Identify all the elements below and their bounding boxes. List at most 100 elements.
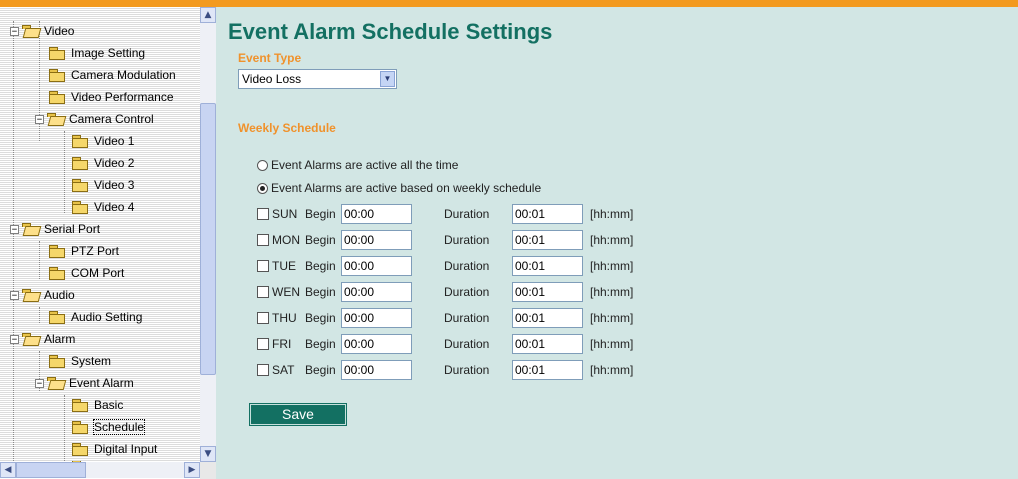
folder-icon (49, 47, 65, 60)
collapse-icon[interactable]: − (35, 114, 44, 124)
sat-begin-input[interactable]: 00:00 (341, 360, 412, 380)
tue-checkbox[interactable] (257, 260, 269, 272)
scroll-down-icon[interactable]: ▼ (200, 446, 216, 462)
tree-item-video-1[interactable]: Video 1 (72, 131, 134, 151)
tree-vertical-scrollbar[interactable]: ▲ ▼ (200, 7, 216, 462)
folder-open-icon (22, 25, 38, 37)
vertical-scroll-thumb[interactable] (200, 103, 216, 375)
tree-item-camera-modulation[interactable]: Camera Modulation (49, 65, 176, 85)
mon-duration-input[interactable]: 00:01 (512, 230, 583, 250)
duration-label: Duration (444, 311, 490, 325)
day-label: THU (272, 311, 297, 325)
radio-all-time[interactable] (257, 159, 268, 171)
collapse-icon[interactable]: − (10, 224, 19, 234)
tree-item-ptz-port[interactable]: PTZ Port (49, 241, 119, 261)
sat-checkbox[interactable] (257, 364, 269, 376)
sat-duration-input[interactable]: 00:01 (512, 360, 583, 380)
wen-duration-input[interactable]: 00:01 (512, 282, 583, 302)
duration-label: Duration (444, 337, 490, 351)
folder-icon (49, 267, 65, 280)
begin-label: Begin (305, 233, 336, 247)
duration-label: Duration (444, 363, 490, 377)
folder-icon (72, 421, 88, 434)
scroll-up-icon[interactable]: ▲ (200, 7, 216, 23)
begin-label: Begin (305, 259, 336, 273)
folder-open-icon (47, 377, 63, 389)
tree-item-audio[interactable]: − Audio (10, 285, 75, 305)
tree-item-image-setting[interactable]: Image Setting (49, 43, 145, 63)
duration-label: Duration (444, 285, 490, 299)
tree-line (13, 21, 14, 461)
tree-item-digital-input[interactable]: Digital Input (72, 439, 157, 459)
unit-label: [hh:mm] (590, 233, 634, 247)
mon-checkbox[interactable] (257, 234, 269, 246)
chevron-down-icon[interactable]: ▼ (380, 71, 395, 87)
tree-item-video-2[interactable]: Video 2 (72, 153, 134, 173)
begin-label: Begin (305, 337, 336, 351)
settings-panel: Event Alarm Schedule Settings Event Type… (216, 7, 1018, 479)
collapse-icon[interactable]: − (10, 334, 19, 344)
radio-option-all-time[interactable]: Event Alarms are active all the time (257, 158, 458, 172)
duration-label: Duration (444, 259, 490, 273)
tree-item-audio-setting[interactable]: Audio Setting (49, 307, 142, 327)
tree-item-serial-port[interactable]: − Serial Port (10, 219, 100, 239)
event-type-label: Event Type (238, 51, 302, 65)
tree-item-camera-control[interactable]: − Camera Control (35, 109, 154, 129)
mon-begin-input[interactable]: 00:00 (341, 230, 412, 250)
thu-duration-input[interactable]: 00:01 (512, 308, 583, 328)
day-label: FRI (272, 337, 292, 351)
scroll-left-icon[interactable]: ◀ (0, 462, 16, 478)
folder-icon (72, 135, 88, 148)
fri-checkbox[interactable] (257, 338, 269, 350)
sun-duration-input[interactable]: 00:01 (512, 204, 583, 224)
scroll-right-icon[interactable]: ▶ (184, 462, 200, 478)
collapse-icon[interactable]: − (35, 378, 44, 388)
collapse-icon[interactable]: − (10, 26, 19, 36)
tree-item-event-alarm[interactable]: − Event Alarm (35, 373, 134, 393)
tree-item-video[interactable]: − Video (10, 21, 74, 41)
collapse-icon[interactable]: − (10, 290, 19, 300)
tree-line (64, 131, 65, 213)
tree-horizontal-scrollbar[interactable]: ◀ ▶ (0, 462, 200, 478)
radio-all-time-label: Event Alarms are active all the time (271, 158, 459, 172)
event-type-value: Video Loss (242, 72, 302, 86)
folder-icon (72, 179, 88, 192)
duration-label: Duration (444, 233, 490, 247)
horizontal-scroll-thumb[interactable] (16, 462, 86, 478)
sun-checkbox[interactable] (257, 208, 269, 220)
tue-begin-input[interactable]: 00:00 (341, 256, 412, 276)
tue-duration-input[interactable]: 00:01 (512, 256, 583, 276)
event-type-select[interactable]: Video Loss ▼ (238, 69, 397, 89)
folder-icon (72, 201, 88, 214)
wen-begin-input[interactable]: 00:00 (341, 282, 412, 302)
folder-open-icon (22, 223, 38, 235)
thu-checkbox[interactable] (257, 312, 269, 324)
tree-item-video-performance[interactable]: Video Performance (49, 87, 174, 107)
folder-icon (72, 157, 88, 170)
unit-label: [hh:mm] (590, 337, 634, 351)
save-button[interactable]: Save (250, 404, 346, 425)
thu-begin-input[interactable]: 00:00 (341, 308, 412, 328)
sun-begin-input[interactable]: 00:00 (341, 204, 412, 224)
tree-item-video-4[interactable]: Video 4 (72, 197, 134, 217)
tree-item-alarm[interactable]: − Alarm (10, 329, 75, 349)
fri-begin-input[interactable]: 00:00 (341, 334, 412, 354)
radio-option-weekly[interactable]: Event Alarms are active based on weekly … (257, 181, 541, 195)
tree-item-basic[interactable]: Basic (72, 395, 123, 415)
radio-weekly-label: Event Alarms are active based on weekly … (271, 181, 542, 195)
unit-label: [hh:mm] (590, 311, 634, 325)
tree-item-video-3[interactable]: Video 3 (72, 175, 134, 195)
tree-item-schedule[interactable]: Schedule (72, 417, 146, 437)
fri-duration-input[interactable]: 00:01 (512, 334, 583, 354)
folder-icon (49, 69, 65, 82)
unit-label: [hh:mm] (590, 285, 634, 299)
radio-weekly[interactable] (257, 182, 268, 194)
tree-item-com-port[interactable]: COM Port (49, 263, 124, 283)
day-label: TUE (272, 259, 296, 273)
wen-checkbox[interactable] (257, 286, 269, 298)
folder-open-icon (22, 289, 38, 301)
begin-label: Begin (305, 311, 336, 325)
tree-item-system[interactable]: System (49, 351, 111, 371)
unit-label: [hh:mm] (590, 259, 634, 273)
unit-label: [hh:mm] (590, 363, 634, 377)
